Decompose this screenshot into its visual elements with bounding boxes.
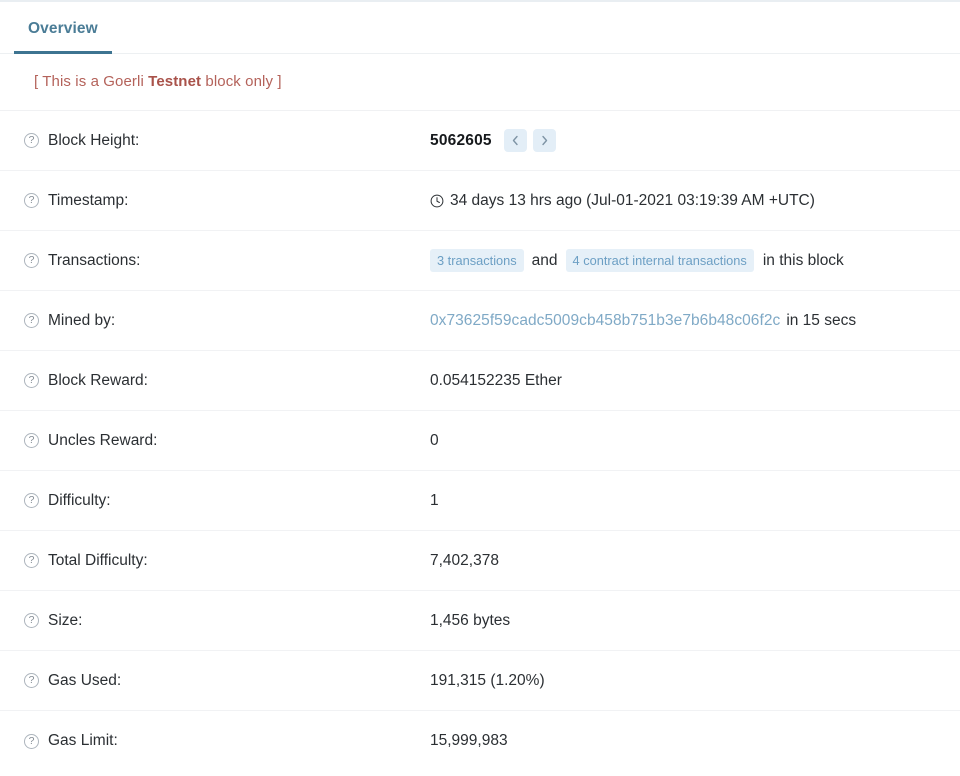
detail-value-cell: 0x73625f59cadc5009cb458b751b3e7b6b48c06f…: [430, 312, 960, 330]
detail-label-cell: ? Block Reward:: [24, 372, 430, 390]
detail-label: Size:: [48, 611, 83, 629]
detail-value-cell: 34 days 13 hrs ago (Jul-01-2021 03:19:39…: [430, 192, 960, 210]
tab-overview[interactable]: Overview: [14, 20, 112, 54]
detail-label-cell: ? Difficulty:: [24, 492, 430, 510]
detail-value-cell: 3 transactions and 4 contract internal tra…: [430, 249, 960, 272]
detail-label: Timestamp:: [48, 191, 129, 209]
detail-value-cell: 191,315 (1.20%): [430, 672, 960, 690]
detail-row: ? Total Difficulty: 7,402,378: [0, 531, 960, 591]
help-icon[interactable]: ?: [24, 373, 39, 388]
detail-row: ? Timestamp: 34 days 13 hrs ago (Jul-01-20…: [0, 171, 960, 231]
detail-row: ? Size: 1,456 bytes: [0, 591, 960, 651]
help-icon[interactable]: ?: [24, 193, 39, 208]
transactions-conjunction: and: [531, 251, 558, 269]
timestamp-value: 34 days 13 hrs ago (Jul-01-2021 03:19:39…: [450, 191, 815, 209]
detail-label-cell: ? Mined by:: [24, 312, 430, 330]
detail-value-cell: 7,402,378: [430, 552, 960, 570]
detail-label-cell: ? Gas Limit:: [24, 732, 430, 750]
help-icon[interactable]: ?: [24, 673, 39, 688]
block-details-list: ? Block Height: 5062605? Timestamp: 34 days …: [0, 111, 960, 771]
clock-icon: [430, 194, 444, 208]
help-icon[interactable]: ?: [24, 613, 39, 628]
next-block-button[interactable]: [532, 129, 556, 152]
help-icon[interactable]: ?: [24, 313, 39, 328]
help-icon[interactable]: ?: [24, 253, 39, 268]
detail-label: Gas Limit:: [48, 732, 118, 749]
detail-row: ? Mined by: 0x73625f59cadc5009cb458b751b3e…: [0, 291, 960, 351]
mined-duration-text: in 15 secs: [786, 311, 857, 329]
detail-label-cell: ? Block Height:: [24, 132, 430, 150]
detail-label: Difficulty:: [48, 491, 111, 509]
block-overview-card: Overview [ This is a Goerli Testnet bloc…: [0, 0, 960, 776]
detail-value: 7,402,378: [430, 551, 499, 569]
help-icon[interactable]: ?: [24, 553, 39, 568]
detail-label-cell: ? Size:: [24, 612, 430, 630]
testnet-notice-emphasis: Testnet: [148, 73, 202, 90]
detail-value-cell: 0.054152235 Ether: [430, 372, 960, 390]
testnet-notice: [ This is a Goerli Testnet block only ]: [34, 73, 282, 90]
chevron-left-icon: [509, 134, 522, 147]
detail-value: 15,999,983: [430, 732, 508, 749]
tab-bar: Overview: [0, 2, 960, 54]
detail-row: ? Block Reward: 0.054152235 Ether: [0, 351, 960, 411]
testnet-notice-row: [ This is a Goerli Testnet block only ]: [0, 54, 960, 111]
help-icon[interactable]: ?: [24, 493, 39, 508]
detail-label-cell: ? Timestamp:: [24, 192, 430, 210]
detail-value-cell: 1,456 bytes: [430, 612, 960, 630]
help-icon[interactable]: ?: [24, 733, 39, 749]
detail-label: Transactions:: [48, 251, 141, 269]
detail-value: 1,456 bytes: [430, 611, 511, 629]
detail-label: Block Reward:: [48, 371, 148, 389]
detail-label-cell: ? Uncles Reward:: [24, 432, 430, 450]
detail-value: 0.054152235 Ether: [430, 371, 562, 389]
detail-value-cell: 15,999,983: [430, 732, 960, 750]
help-icon[interactable]: ?: [24, 133, 39, 148]
detail-row: ? Transactions: 3 transactions and 4 contrac…: [0, 231, 960, 291]
block-nav-buttons: [503, 129, 556, 152]
detail-label: Uncles Reward:: [48, 431, 158, 449]
detail-label: Gas Used:: [48, 671, 122, 689]
detail-row: ? Gas Limit: 15,999,983: [0, 711, 960, 771]
internal-transactions-link[interactable]: 4 contract internal transactions: [565, 249, 754, 272]
detail-row: ? Difficulty: 1: [0, 471, 960, 531]
previous-block-button[interactable]: [503, 129, 527, 152]
detail-row: ? Block Height: 5062605: [0, 111, 960, 171]
help-icon[interactable]: ?: [24, 433, 39, 448]
detail-label-cell: ? Total Difficulty:: [24, 552, 430, 570]
detail-row: ? Gas Used: 191,315 (1.20%): [0, 651, 960, 711]
detail-row: ? Uncles Reward: 0: [0, 411, 960, 471]
detail-value-cell: 0: [430, 432, 960, 450]
detail-label: Total Difficulty:: [48, 551, 148, 569]
detail-value: 1: [430, 491, 439, 509]
detail-value-cell: 1: [430, 492, 960, 510]
chevron-right-icon: [538, 134, 551, 147]
detail-value: 0: [430, 431, 439, 449]
testnet-notice-prefix: [ This is a Goerli: [34, 73, 149, 90]
miner-address-link[interactable]: 0x73625f59cadc5009cb458b751b3e7b6b48c06f…: [430, 312, 780, 330]
testnet-notice-suffix: block only ]: [201, 73, 282, 90]
detail-label-cell: ? Gas Used:: [24, 672, 430, 690]
detail-label: Block Height:: [48, 131, 140, 149]
detail-value: 191,315 (1.20%): [430, 671, 545, 689]
transactions-tail-text: in this block: [762, 251, 844, 269]
detail-label-cell: ? Transactions:: [24, 252, 430, 270]
transactions-count-link[interactable]: 3 transactions: [430, 249, 524, 272]
detail-value-cell: 5062605: [430, 129, 960, 152]
detail-label: Mined by:: [48, 311, 116, 329]
block-height-value: 5062605: [430, 131, 492, 149]
